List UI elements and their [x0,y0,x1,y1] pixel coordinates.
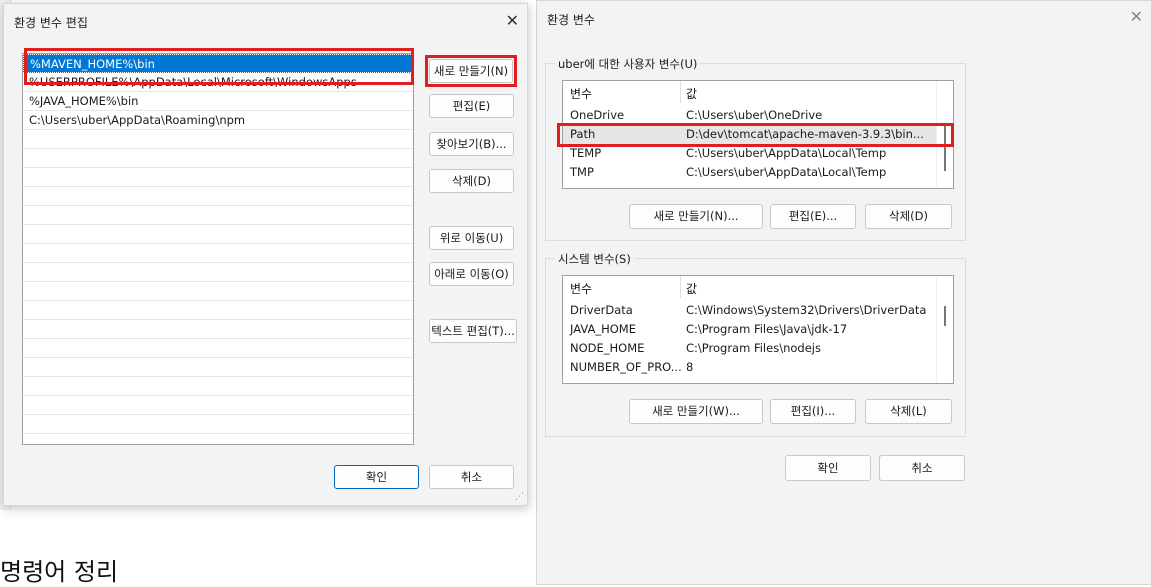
table-row[interactable]: NUMBER_OF_PRO... 8 [563,358,953,377]
table-row[interactable]: JAVA_HOME C:\Program Files\Java\jdk-17 [563,320,953,339]
user-new-button[interactable]: 새로 만들기(N)... [629,204,763,229]
system-variables-list[interactable]: 변수 값 DriverData C:\Windows\System32\Driv… [562,275,954,384]
system-delete-button[interactable]: 삭제(L) [865,399,952,424]
edit-button[interactable]: 편집(E) [429,94,514,118]
path-entries-list[interactable]: %MAVEN_HOME%\bin %USERPROFILE%\AppData\L… [22,53,414,445]
dialog-title: 환경 변수 [547,13,595,27]
column-header-name[interactable]: 변수 [570,85,592,102]
background-heading: 명령어 정리 [0,558,119,586]
edit-environment-variable-dialog: 환경 변수 편집 ✕ %MAVEN_HOME%\bin %USERPROFILE… [3,3,528,506]
column-header-value[interactable]: 값 [686,85,697,102]
delete-button[interactable]: 삭제(D) [429,169,514,193]
ok-button[interactable]: 확인 [334,465,419,489]
list-item[interactable]: %USERPROFILE%\AppData\Local\Microsoft\Wi… [23,73,413,92]
table-row[interactable]: OneDrive C:\Users\uber\OneDrive [563,106,953,125]
resize-grip-icon[interactable]: ⋰ [514,492,524,502]
table-row[interactable]: NODE_HOME C:\Program Files\nodejs [563,339,953,358]
move-down-button[interactable]: 아래로 이동(O) [429,262,514,286]
user-variables-list[interactable]: 변수 값 OneDrive C:\Users\uber\OneDrive Pat… [562,80,954,189]
system-variables-label: 시스템 변수(S) [555,251,634,267]
system-edit-button[interactable]: 편집(I)... [770,399,856,424]
vertical-scrollbar[interactable] [936,276,953,383]
table-row[interactable]: TEMP C:\Users\uber\AppData\Local\Temp [563,144,953,163]
system-new-button[interactable]: 새로 만들기(W)... [629,399,763,424]
list-header: 변수 값 [563,81,953,103]
user-variables-label: uber에 대한 사용자 변수(U) [555,56,701,72]
list-header: 변수 값 [563,276,953,298]
table-row[interactable]: DriverData C:\Windows\System32\Drivers\D… [563,301,953,320]
environment-variables-dialog: 환경 변수 ✕ uber에 대한 사용자 변수(U) 변수 값 OneDrive… [536,0,1151,585]
close-icon[interactable]: ✕ [1130,9,1143,25]
move-up-button[interactable]: 위로 이동(U) [429,226,514,250]
user-delete-button[interactable]: 삭제(D) [865,204,952,229]
cancel-button[interactable]: 취소 [429,465,514,489]
column-header-value[interactable]: 값 [686,280,697,297]
close-icon[interactable]: ✕ [506,13,519,29]
list-item[interactable]: C:\Users\uber\AppData\Roaming\npm [23,111,413,130]
table-row-path[interactable]: Path D:\dev\tomcat\apache-maven-3.9.3\bi… [563,125,953,144]
env-cancel-button[interactable]: 취소 [879,455,965,481]
env-ok-button[interactable]: 확인 [785,455,871,481]
list-item[interactable]: %JAVA_HOME%\bin [23,92,413,111]
user-edit-button[interactable]: 편집(E)... [770,204,856,229]
new-button[interactable]: 새로 만들기(N) [429,59,513,83]
edit-text-button[interactable]: 텍스트 편집(T)... [429,319,517,343]
vertical-scrollbar[interactable] [936,81,953,188]
browse-button[interactable]: 찾아보기(B)... [429,132,514,156]
dialog-title: 환경 변수 편집 [14,16,88,30]
list-item-selected[interactable]: %MAVEN_HOME%\bin [23,54,413,73]
table-row[interactable]: TMP C:\Users\uber\AppData\Local\Temp [563,163,953,182]
column-header-name[interactable]: 변수 [570,280,592,297]
